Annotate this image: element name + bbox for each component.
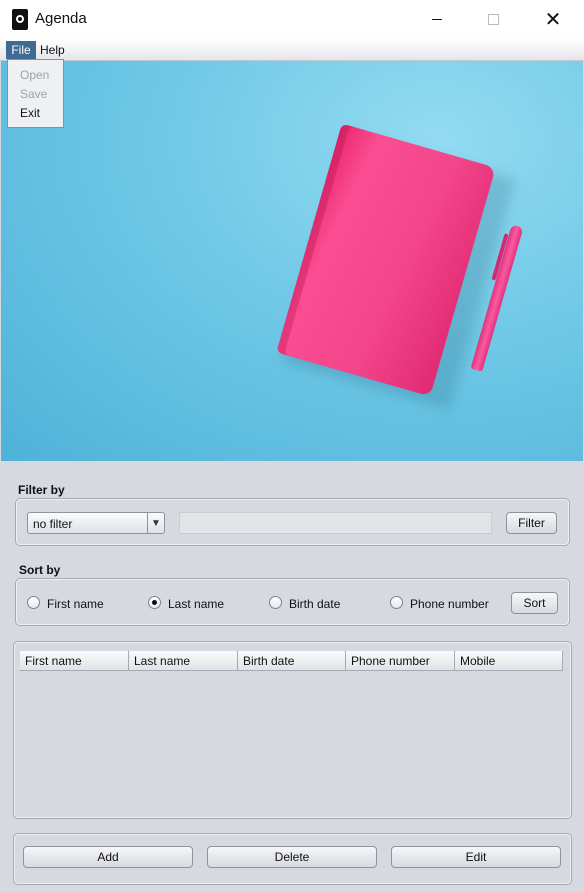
sort-button[interactable]: Sort <box>511 592 558 614</box>
menu-item-exit[interactable]: Exit <box>20 106 40 120</box>
delete-button[interactable]: Delete <box>207 846 377 868</box>
chevron-down-icon[interactable]: ▼ <box>147 513 164 533</box>
sort-radio-birth-date[interactable] <box>269 596 282 609</box>
sort-label-first-name: First name <box>47 597 104 611</box>
column-header-phone-number[interactable]: Phone number <box>346 651 455 671</box>
maximize-button[interactable] <box>470 0 516 38</box>
menu-file[interactable]: File <box>6 41 36 59</box>
menu-bar <box>0 38 584 61</box>
close-icon: ✕ <box>544 8 562 31</box>
menu-item-save[interactable]: Save <box>20 87 47 101</box>
column-header-last-name[interactable]: Last name <box>129 651 238 671</box>
minimize-icon <box>432 18 442 20</box>
sort-radio-phone-number[interactable] <box>390 596 403 609</box>
column-header-mobile[interactable]: Mobile <box>455 651 563 671</box>
menu-help[interactable]: Help <box>40 41 65 59</box>
sort-radio-first-name[interactable] <box>27 596 40 609</box>
title-bar: Agenda ✕ <box>0 0 584 38</box>
maximize-icon <box>487 13 499 25</box>
contacts-table[interactable]: First name Last name Birth date Phone nu… <box>20 651 563 808</box>
close-button[interactable]: ✕ <box>530 0 576 38</box>
menu-item-open[interactable]: Open <box>20 68 49 82</box>
sort-radio-last-name[interactable] <box>148 596 161 609</box>
filter-combobox[interactable]: no filter ▼ <box>27 512 165 534</box>
sort-label-birth-date: Birth date <box>289 597 341 611</box>
filter-section-label: Filter by <box>18 483 65 497</box>
filter-button[interactable]: Filter <box>506 512 557 534</box>
add-button[interactable]: Add <box>23 846 193 868</box>
minimize-button[interactable] <box>414 0 460 38</box>
sort-label-phone-number: Phone number <box>410 597 489 611</box>
banner-image <box>1 61 583 461</box>
sort-section-label: Sort by <box>19 563 61 577</box>
agenda-app-icon <box>12 9 28 30</box>
sort-label-last-name: Last name <box>168 597 225 611</box>
column-header-first-name[interactable]: First name <box>20 651 129 671</box>
file-menu-dropdown: Open Save Exit <box>7 59 64 128</box>
filter-input[interactable] <box>179 512 492 534</box>
filter-combobox-value: no filter <box>33 517 73 531</box>
window-title: Agenda <box>35 10 87 27</box>
column-header-birth-date[interactable]: Birth date <box>238 651 346 671</box>
edit-button[interactable]: Edit <box>391 846 561 868</box>
